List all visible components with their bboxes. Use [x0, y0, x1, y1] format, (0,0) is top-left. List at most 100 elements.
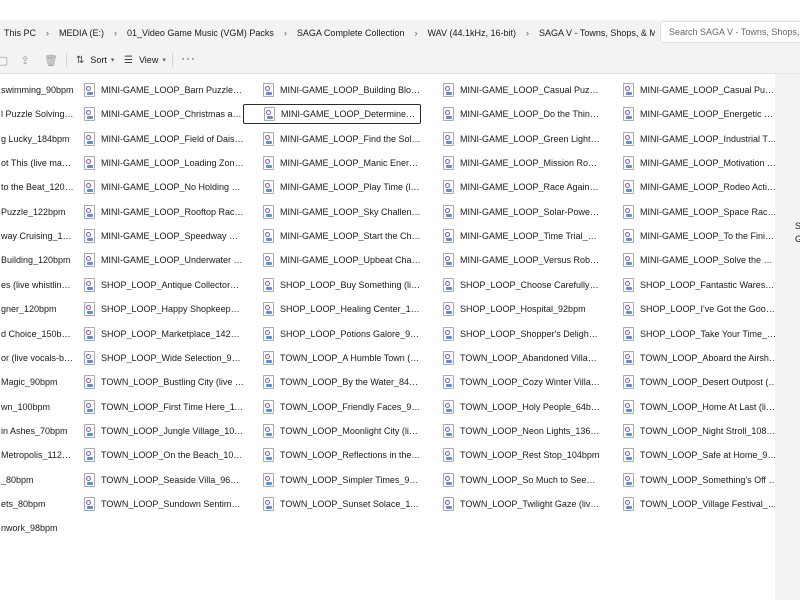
file-item[interactable]: wn_100bpm — [0, 397, 74, 417]
file-item[interactable]: TOWN_LOOP_Simpler Times_92bpm — [263, 470, 421, 490]
file-item[interactable]: MINI-GAME_LOOP_Underwater Race_90bpm — [84, 250, 244, 270]
file-item[interactable]: _80bpm — [0, 470, 74, 490]
file-item[interactable]: MINI-GAME_LOOP_Energetic Platformer_11..… — [623, 104, 775, 124]
file-item[interactable]: MINI-GAME_LOOP_Solar-Powered Race_12... — [443, 202, 600, 222]
chevron-right-icon[interactable]: › — [40, 28, 55, 38]
file-item[interactable]: TOWN_LOOP_Night Stroll_108bpm — [623, 421, 775, 441]
breadcrumb-this-pc[interactable]: This PC — [0, 28, 40, 38]
file-item[interactable]: MINI-GAME_LOOP_Do the Thing_120bpm — [443, 104, 600, 124]
file-item[interactable]: MINI-GAME_LOOP_Sky Challenge_150bpm — [263, 202, 421, 222]
file-item[interactable]: TOWN_LOOP_By the Water_84bpm — [263, 372, 421, 392]
file-item[interactable]: MINI-GAME_LOOP_Casual Puzzle Solving 1 .… — [443, 80, 600, 100]
file-item[interactable]: TOWN_LOOP_Moonlight City (live piano-g..… — [263, 421, 421, 441]
search-input[interactable]: Search SAGA V - Towns, Shops, & Mini-Gam… — [660, 21, 800, 43]
file-item[interactable]: d Choice_150bpm — [0, 324, 74, 344]
file-item[interactable]: ets_80bpm — [0, 494, 74, 514]
file-item[interactable]: SHOP_LOOP_Buy Something (live vocals-ba.… — [263, 275, 421, 295]
file-item[interactable]: SHOP_LOOP_Shopper's Delight_128bpm — [443, 324, 600, 344]
file-item[interactable]: TOWN_LOOP_Seaside Villa_96bpm — [84, 470, 244, 490]
file-item[interactable]: TOWN_LOOP_Home At Last (live wind quin..… — [623, 397, 775, 417]
file-item[interactable]: SHOP_LOOP_Marketplace_142bpm — [84, 324, 244, 344]
file-item[interactable]: MINI-GAME_LOOP_Time Trial_136bpm — [443, 226, 600, 246]
file-item[interactable]: MINI-GAME_LOOP_Mission Room_120bpm — [443, 153, 600, 173]
file-item[interactable]: TOWN_LOOP_On the Beach_106bpm — [84, 445, 244, 465]
file-item[interactable]: TOWN_LOOP_Safe at Home_90bpm — [623, 445, 775, 465]
file-item[interactable]: TOWN_LOOP_Something's Off Here_92bpm — [623, 470, 775, 490]
chevron-right-icon[interactable]: › — [520, 28, 535, 38]
file-item[interactable]: MINI-GAME_LOOP_Barn Puzzle_72bpm — [84, 80, 244, 100]
file-item[interactable]: Magic_90bpm — [0, 372, 74, 392]
file-item[interactable]: swimming_90bpm — [0, 80, 74, 100]
file-item-selected[interactable]: MINI-GAME_LOOP_Determined Mission_14... — [243, 104, 421, 125]
file-item[interactable]: TOWN_LOOP_Desert Outpost (live guitar-pe… — [623, 372, 775, 392]
file-item[interactable]: MINI-GAME_LOOP_Rooftop Racing (live gui.… — [84, 202, 244, 222]
file-item[interactable]: TOWN_LOOP_First Time Here_110bpm — [84, 397, 244, 417]
file-item[interactable]: MINI-GAME_LOOP_Versus Robot_145bpm — [443, 250, 600, 270]
file-item[interactable]: MINI-GAME_LOOP_Play Time (live whistlin.… — [263, 177, 421, 197]
file-item[interactable]: TOWN_LOOP_Abandoned Village_80bpm — [443, 348, 600, 368]
file-item[interactable]: SHOP_LOOP_Happy Shopkeeper (live guitar.… — [84, 299, 244, 319]
file-item[interactable]: MINI-GAME_LOOP_Motivation to Solve (liv.… — [623, 153, 775, 173]
file-item[interactable]: MINI-GAME_LOOP_Find the Solution_114bp..… — [263, 129, 421, 149]
chevron-right-icon[interactable]: › — [408, 28, 423, 38]
delete-icon[interactable]: 🗑 — [44, 53, 58, 67]
vertical-scrollbar[interactable] — [775, 74, 783, 600]
file-item[interactable]: MINI-GAME_LOOP_Speedway Swing_148bpm — [84, 226, 244, 246]
more-options-button[interactable]: ··· — [181, 51, 196, 65]
file-item[interactable]: MINI-GAME_LOOP_Race Against the Comp... — [443, 177, 600, 197]
file-item[interactable]: TOWN_LOOP_Friendly Faces_94bpm — [263, 397, 421, 417]
file-item[interactable]: MINI-GAME_LOOP_Loading Zone_88bpm — [84, 153, 244, 173]
file-item[interactable]: Metropolis_112bpm — [0, 445, 74, 465]
file-item[interactable]: SHOP_LOOP_Wide Selection_96bpm — [84, 348, 244, 368]
file-item[interactable]: SHOP_LOOP_I've Got the Goods (live band)… — [623, 299, 775, 319]
file-item[interactable]: MINI-GAME_LOOP_Casual Puzzle Solving 2 .… — [623, 80, 775, 100]
file-item[interactable]: MINI-GAME_LOOP_To the Finish Line_134b..… — [623, 226, 775, 246]
file-item[interactable]: TOWN_LOOP_Sundown Sentiments (live jaz..… — [84, 494, 244, 514]
file-item[interactable]: TOWN_LOOP_A Humble Town (live wind q... — [263, 348, 421, 368]
breadcrumb-current-folder[interactable]: SAGA V - Towns, Shops, & Mini-Games — [535, 28, 655, 38]
file-item[interactable]: ot This (live mand... — [0, 153, 74, 173]
file-item[interactable]: MINI-GAME_LOOP_Rodeo Action_106bpm — [623, 177, 775, 197]
file-item[interactable]: TOWN_LOOP_Twilight Gaze (live piano)_62b… — [443, 494, 600, 514]
file-item[interactable]: SHOP_LOOP_Healing Center_128bpm — [263, 299, 421, 319]
file-item[interactable]: TOWN_LOOP_Aboard the Airship_88bpm — [623, 348, 775, 368]
file-item[interactable]: MINI-GAME_LOOP_No Holding Back_140bp... — [84, 177, 244, 197]
file-item[interactable]: TOWN_LOOP_Village Festival_112bpm — [623, 494, 775, 514]
file-item[interactable]: SHOP_LOOP_Hospital_92bpm — [443, 299, 600, 319]
file-item[interactable]: MINI-GAME_LOOP_Green Light Go_160bpm — [443, 129, 600, 149]
file-item[interactable]: TOWN_LOOP_Cozy Winter Village_136bpm — [443, 372, 600, 392]
breadcrumb-wav[interactable]: WAV (44.1kHz, 16-bit) — [423, 28, 520, 38]
file-item[interactable]: or (live vocals-ba... — [0, 348, 74, 368]
file-item[interactable]: SHOP_LOOP_Fantastic Wares_150bpm — [623, 275, 775, 295]
file-item[interactable]: in Ashes_70bpm — [0, 421, 74, 441]
view-button[interactable]: ☰ View ▾ — [124, 51, 166, 69]
file-item[interactable]: MINI-GAME_LOOP_Field of Daisies_124bpm — [84, 129, 244, 149]
file-item[interactable]: gner_120bpm — [0, 299, 74, 319]
file-item[interactable]: TOWN_LOOP_Neon Lights_136bpm — [443, 421, 600, 441]
file-item[interactable]: TOWN_LOOP_Jungle Village_100bpm — [84, 421, 244, 441]
paste-icon[interactable]: ▢ — [0, 53, 10, 67]
file-item[interactable]: Building_120bpm — [0, 250, 74, 270]
file-item[interactable]: l Puzzle Solving 3 ... — [0, 104, 74, 124]
file-item[interactable]: SHOP_LOOP_Antique Collector_80bpm — [84, 275, 244, 295]
file-item[interactable]: TOWN_LOOP_Bustling City (live strings-pe… — [84, 372, 244, 392]
file-item[interactable]: MINI-GAME_LOOP_Christmas at the Barn_7..… — [84, 104, 244, 124]
breadcrumb-media-drive[interactable]: MEDIA (E:) — [55, 28, 108, 38]
file-item[interactable]: MINI-GAME_LOOP_Industrial Training_120b.… — [623, 129, 775, 149]
file-item[interactable]: TOWN_LOOP_Holy People_64bpm — [443, 397, 600, 417]
file-item[interactable]: TOWN_LOOP_Sunset Solace_110bpm — [263, 494, 421, 514]
file-item[interactable]: es (live whistling... — [0, 275, 74, 295]
breadcrumb-saga-collection[interactable]: SAGA Complete Collection — [293, 28, 409, 38]
file-item[interactable]: to the Beat_120bp... — [0, 177, 74, 197]
file-item[interactable]: MINI-GAME_LOOP_Upbeat Challenge_106b... — [263, 250, 421, 270]
file-item[interactable]: MINI-GAME_LOOP_Space Race_98bpm — [623, 202, 775, 222]
chevron-right-icon[interactable]: › — [278, 28, 293, 38]
sort-button[interactable]: ⇅ Sort ▾ — [76, 51, 114, 69]
file-item[interactable]: MINI-GAME_LOOP_Start the Challenge_132..… — [263, 226, 421, 246]
file-item[interactable]: Puzzle_122bpm — [0, 202, 74, 222]
file-item[interactable]: SHOP_LOOP_Take Your Time_126bpm — [623, 324, 775, 344]
file-item[interactable]: MINI-GAME_LOOP_Solve the Puzzle_106bpm — [623, 250, 775, 270]
file-item[interactable]: way Cruising_170... — [0, 226, 74, 246]
chevron-right-icon[interactable]: › — [108, 28, 123, 38]
file-item[interactable]: MINI-GAME_LOOP_Manic Energy_140bpm — [263, 153, 421, 173]
